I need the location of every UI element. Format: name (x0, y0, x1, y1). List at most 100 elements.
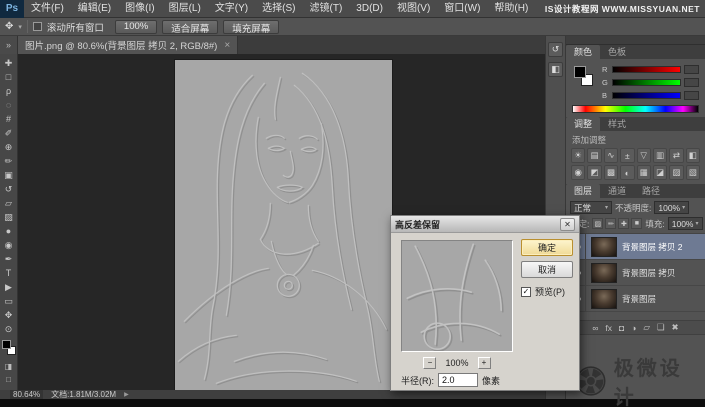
layer-row[interactable]: 背景图层 (566, 285, 705, 312)
green-slider[interactable] (612, 79, 681, 86)
zoom-out-button[interactable]: − (423, 356, 437, 369)
panel-tab[interactable]: 颜色 (566, 45, 601, 59)
layers-footer-icon[interactable]: ◘ (619, 323, 624, 333)
collapsed-panel-icon[interactable]: ↺ (548, 42, 563, 57)
adjustment-icon[interactable]: ± (620, 148, 635, 163)
layer-row[interactable]: 背景图层 拷贝 (566, 259, 705, 286)
tool-button[interactable]: ▭ (0, 294, 18, 308)
toolbox-extra-button[interactable]: □ (0, 373, 18, 386)
panel-tab[interactable]: 色板 (600, 45, 634, 59)
menu-item[interactable]: 文字(Y) (208, 0, 255, 18)
menu-item[interactable]: 图像(I) (118, 0, 161, 18)
menu-item[interactable]: 视图(V) (390, 0, 437, 18)
options-bar-button[interactable]: 100% (114, 19, 158, 34)
status-expand-icon[interactable]: ▶ (124, 391, 129, 398)
toolbox-collapse-button[interactable]: » (0, 36, 18, 54)
tool-button[interactable]: ● (0, 224, 18, 238)
adjustment-icon[interactable]: ◧ (685, 148, 700, 163)
tool-button[interactable]: ▶ (0, 280, 18, 294)
menu-item[interactable]: 图层(L) (162, 0, 208, 18)
tool-button[interactable]: ✏ (0, 154, 18, 168)
menu-item[interactable]: 选择(S) (255, 0, 302, 18)
adjustment-icon[interactable]: ▨ (669, 165, 684, 180)
dialog-title-bar[interactable]: 高反差保留 ✕ (391, 216, 579, 233)
menu-item[interactable]: 窗口(W) (437, 0, 487, 18)
preview-checkbox[interactable]: ✓ (521, 286, 531, 297)
tool-button[interactable]: ⊕ (0, 140, 18, 154)
tool-button[interactable]: ▱ (0, 196, 18, 210)
red-slider[interactable] (612, 66, 681, 73)
menu-item[interactable]: 滤镜(T) (303, 0, 350, 18)
tool-button[interactable]: ✥ (0, 308, 18, 322)
tool-button[interactable]: ◌ (0, 98, 18, 112)
color-panel-swatches[interactable] (572, 64, 596, 90)
lock-icon[interactable]: ✚ (618, 218, 630, 229)
adjustment-icon[interactable]: ◐ (620, 165, 635, 180)
lock-icon[interactable]: ✏ (605, 218, 617, 229)
color-spectrum-ramp[interactable] (572, 105, 699, 113)
tool-button[interactable]: ✐ (0, 126, 18, 140)
lock-icon[interactable]: ■ (631, 218, 643, 229)
tool-button[interactable]: ▨ (0, 210, 18, 224)
tool-button[interactable]: ▣ (0, 168, 18, 182)
collapsed-panel-icon[interactable]: ◧ (548, 62, 563, 77)
layer-row[interactable]: 背景图层 拷贝 2 (566, 233, 705, 260)
document-tab[interactable]: 图片.png @ 80.6%(背景图层 拷贝 2, RGB/8#) × (18, 36, 239, 54)
adjustment-icon[interactable]: ▥ (652, 148, 668, 163)
blue-value-box[interactable] (684, 91, 699, 100)
lock-icon[interactable]: ▨ (592, 218, 604, 229)
panel-tab[interactable]: 路径 (634, 184, 668, 198)
menu-item[interactable]: 编辑(E) (71, 0, 118, 18)
menu-item[interactable]: 3D(D) (349, 0, 390, 18)
menu-item[interactable]: 文件(F) (24, 0, 71, 18)
red-value-box[interactable] (684, 65, 699, 74)
panel-tab[interactable]: 图层 (566, 184, 601, 198)
tool-button[interactable]: □ (0, 70, 18, 84)
chevron-down-icon[interactable]: ▾ (18, 23, 22, 31)
adjustment-icon[interactable]: ▦ (636, 165, 651, 180)
document-image[interactable] (174, 59, 393, 391)
green-value-box[interactable] (684, 78, 699, 87)
ok-button[interactable]: 确定 (521, 239, 573, 256)
tool-button[interactable]: ρ (0, 84, 18, 98)
layer-thumbnail[interactable] (591, 262, 617, 283)
foreground-color-swatch[interactable] (574, 66, 586, 78)
panel-tab[interactable]: 调整 (566, 117, 601, 131)
opacity-value[interactable]: 100% ▾ (654, 201, 690, 214)
status-zoom-field[interactable]: 80.64% (10, 390, 44, 399)
adjustment-icon[interactable]: ◉ (571, 165, 586, 180)
tool-button[interactable]: ◉ (0, 238, 18, 252)
layers-footer-icon[interactable]: ▱ (643, 322, 650, 333)
tool-button[interactable]: # (0, 112, 18, 126)
adjustment-icon[interactable]: ☀ (571, 148, 586, 163)
adjustment-icon[interactable]: ◩ (587, 165, 602, 180)
layer-thumbnail[interactable] (591, 288, 617, 309)
layers-footer-icon[interactable]: ✖ (672, 322, 679, 333)
foreground-background-swatches[interactable] (0, 338, 18, 358)
layers-footer-icon[interactable]: ◑ (631, 323, 636, 333)
foreground-color-swatch[interactable] (1, 340, 11, 349)
layers-footer-icon[interactable]: fx (605, 323, 612, 333)
tool-button[interactable]: T (0, 266, 18, 280)
layer-thumbnail[interactable] (591, 236, 617, 257)
toolbox-extra-button[interactable]: ◨ (0, 360, 18, 373)
adjustment-icon[interactable]: ◪ (652, 165, 668, 180)
panel-tab[interactable]: 通道 (600, 184, 634, 198)
menu-item[interactable]: 帮助(H) (487, 0, 535, 18)
zoom-in-button[interactable]: + (477, 356, 491, 369)
adjustment-icon[interactable]: ⇄ (669, 148, 684, 163)
tool-button[interactable]: ↺ (0, 182, 18, 196)
tool-button[interactable]: ✚ (0, 56, 18, 70)
blue-slider[interactable] (612, 92, 681, 99)
dialog-close-button[interactable]: ✕ (560, 217, 575, 231)
fill-value[interactable]: 100% ▾ (667, 217, 703, 230)
adjustment-icon[interactable]: ▧ (685, 165, 700, 180)
options-bar-button[interactable]: 适合屏幕 (162, 19, 219, 35)
panel-tab[interactable]: 样式 (600, 117, 634, 131)
options-bar-button[interactable]: 填充屏幕 (223, 19, 280, 35)
tool-button[interactable]: ✒ (0, 252, 18, 266)
adjustment-icon[interactable]: ∿ (603, 148, 619, 163)
radius-input[interactable] (438, 373, 478, 387)
blend-mode-select[interactable]: 正常 ▾ (570, 201, 612, 214)
hand-tool-icon[interactable]: ✥ (5, 21, 13, 32)
